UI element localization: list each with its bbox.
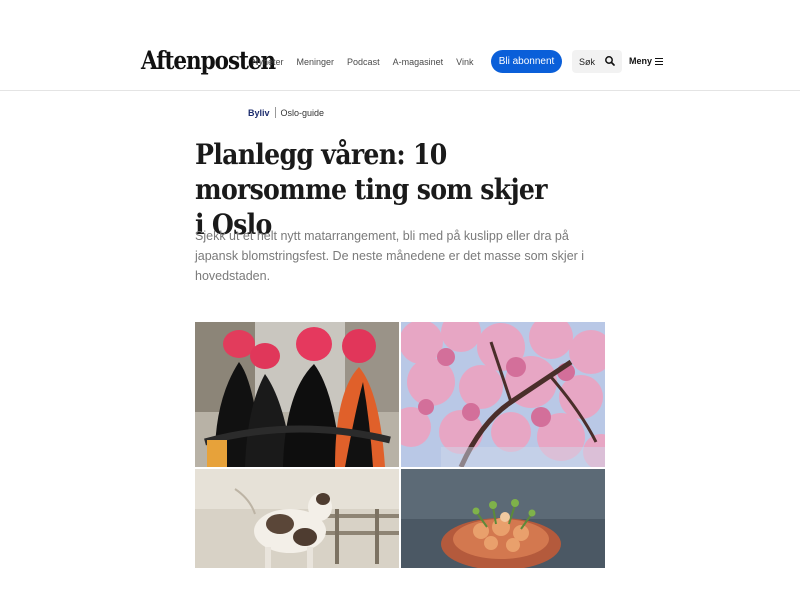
nav-item-podcast[interactable]: Podcast bbox=[347, 56, 380, 68]
image-cow-release bbox=[195, 469, 399, 568]
nav-item-vink[interactable]: Vink bbox=[456, 56, 473, 68]
search-button[interactable]: Søk bbox=[572, 50, 622, 73]
hamburger-icon bbox=[655, 57, 664, 65]
nav-item-a-magasinet[interactable]: A-magasinet bbox=[393, 56, 444, 68]
image-women-turbans bbox=[195, 322, 399, 467]
main-nav: Nyheter Meninger Podcast A-magasinet Vin… bbox=[252, 56, 486, 68]
image-food-dish bbox=[401, 469, 605, 568]
breadcrumb: Byliv Oslo-guide bbox=[248, 107, 324, 118]
menu-button[interactable]: Meny bbox=[629, 56, 664, 66]
nav-item-meninger[interactable]: Meninger bbox=[297, 56, 335, 68]
image-cherry-blossoms bbox=[401, 322, 605, 467]
nav-item-nyheter[interactable]: Nyheter bbox=[252, 56, 284, 68]
site-header: Aftenposten Nyheter Meninger Podcast A-m… bbox=[0, 0, 800, 91]
article-image-collage[interactable] bbox=[195, 322, 605, 568]
topic-link[interactable]: Oslo-guide bbox=[281, 108, 325, 118]
search-icon bbox=[604, 55, 616, 67]
section-link[interactable]: Byliv bbox=[248, 108, 270, 118]
article-lead: Sjekk ut et helt nytt matarrangement, bl… bbox=[195, 229, 585, 283]
breadcrumb-divider bbox=[274, 107, 276, 118]
subscribe-button[interactable]: Bli abonnent bbox=[491, 50, 562, 73]
search-label: Søk bbox=[579, 56, 596, 67]
menu-label: Meny bbox=[629, 56, 653, 66]
